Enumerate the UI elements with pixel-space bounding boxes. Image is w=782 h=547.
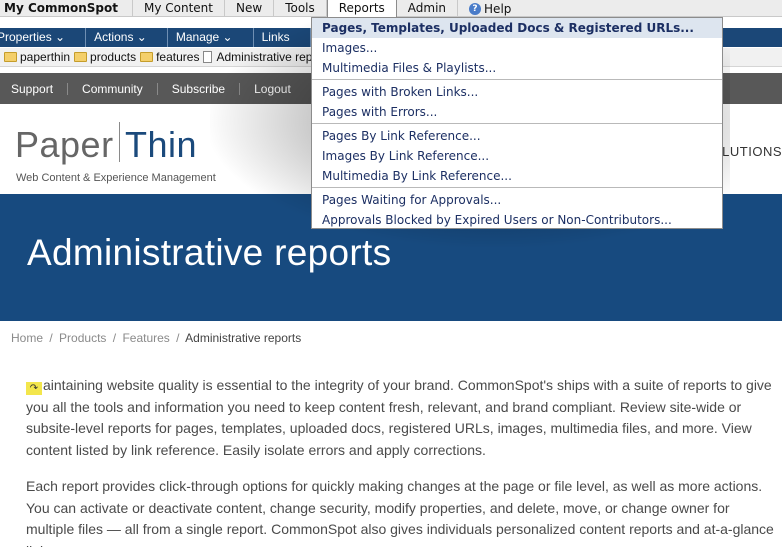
menu-item-multimedia-by-link-reference[interactable]: Multimedia By Link Reference... (312, 166, 722, 186)
folder-icon (74, 52, 88, 62)
breadcrumb-current: Administrative reports (185, 331, 302, 345)
menu-help-label: Help (484, 1, 512, 16)
menu-item-pages-templates-docs-urls[interactable]: Pages, Templates, Uploaded Docs & Regist… (312, 18, 722, 38)
breadcrumb: Home / Products / Features / Administrat… (11, 331, 301, 345)
menu-new[interactable]: New (225, 0, 275, 17)
breadcrumb-products[interactable]: Products (59, 331, 106, 345)
nav-support[interactable]: Support (11, 82, 69, 95)
menu-item-approvals-blocked[interactable]: Approvals Blocked by Expired Users or No… (312, 210, 722, 230)
help-icon: ? (469, 2, 482, 15)
logo-thin[interactable]: Thin (125, 124, 197, 166)
logo-paper[interactable]: Paper (15, 124, 114, 166)
content-paragraph-1: ↷ aintaining website quality is essential… (26, 375, 778, 461)
nav-community[interactable]: Community (82, 82, 158, 95)
menu-item-pages-by-link-reference[interactable]: Pages By Link Reference... (312, 126, 722, 146)
menu-divider (312, 123, 722, 124)
breadcrumb-features[interactable]: Features (122, 331, 169, 345)
content-paragraph-2: Each report provides click-through optio… (26, 478, 774, 547)
logo-tagline: Web Content & Experience Management (16, 172, 216, 184)
path-item-features[interactable]: features (140, 50, 199, 64)
nav-logout[interactable]: Logout (254, 83, 305, 95)
menu-item-pages-with-errors[interactable]: Pages with Errors... (312, 102, 722, 122)
document-icon (203, 51, 213, 63)
menu-item-images-by-link-reference[interactable]: Images By Link Reference... (312, 146, 722, 166)
edit-flag-icon[interactable]: ↷ (26, 382, 42, 395)
menu-my-content[interactable]: My Content (133, 0, 225, 17)
nav-subscribe[interactable]: Subscribe (172, 82, 241, 95)
menu-admin[interactable]: Admin (397, 0, 459, 17)
reports-dropdown: Pages, Templates, Uploaded Docs & Regist… (311, 17, 723, 229)
menu-item-multimedia-files[interactable]: Multimedia Files & Playlists... (312, 58, 722, 78)
breadcrumb-separator: / (176, 331, 180, 345)
commonspot-menubar: My CommonSpot My Content New Tools Repor… (0, 0, 782, 17)
toolbar-actions[interactable]: Actions ⌄ (86, 28, 168, 47)
menu-divider (312, 187, 722, 188)
menu-reports[interactable]: Reports (326, 0, 397, 17)
toolbar-links[interactable]: Links (254, 28, 311, 47)
menu-tools[interactable]: Tools (274, 0, 327, 17)
content-paragraph-1-text: aintaining website quality is essential … (26, 377, 772, 458)
breadcrumb-separator: / (112, 331, 117, 345)
menu-item-broken-links[interactable]: Pages with Broken Links... (312, 82, 722, 102)
toolbar-manage[interactable]: Manage ⌄ (168, 28, 254, 47)
menu-item-pages-waiting-approvals[interactable]: Pages Waiting for Approvals... (312, 190, 722, 210)
page-title: Administrative reports (27, 232, 392, 273)
menu-item-images[interactable]: Images... (312, 38, 722, 58)
breadcrumb-separator: / (49, 331, 53, 345)
toolbar-properties[interactable]: Properties ⌄ (0, 28, 87, 47)
menu-help[interactable]: ? Help (458, 0, 522, 17)
breadcrumb-home[interactable]: Home (11, 331, 43, 345)
path-item-products[interactable]: products (74, 50, 136, 64)
path-item-paperthin[interactable]: paperthin (4, 50, 70, 64)
folder-icon (4, 52, 17, 62)
logo-divider (119, 122, 120, 162)
menu-divider (312, 79, 722, 80)
folder-icon (140, 52, 154, 62)
menu-my-commonspot[interactable]: My CommonSpot (0, 0, 133, 17)
